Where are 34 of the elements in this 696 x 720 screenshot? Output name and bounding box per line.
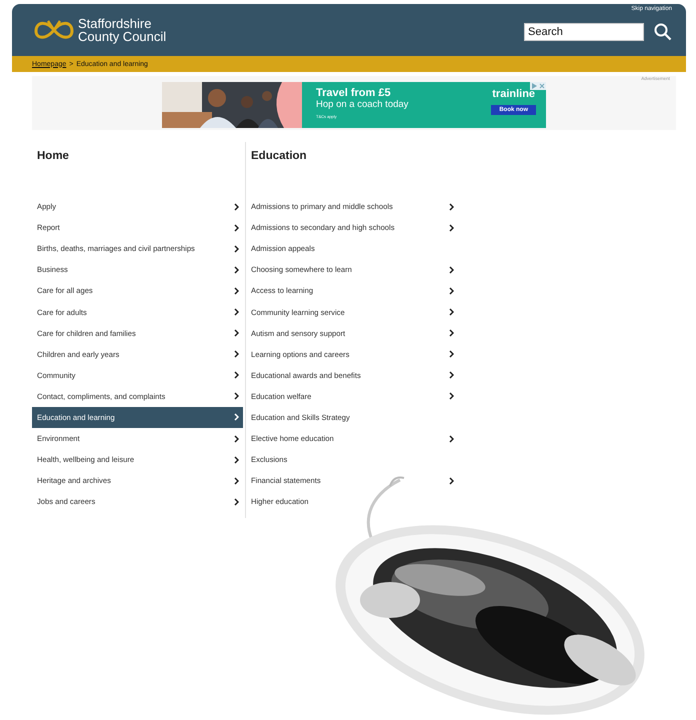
chevron-icon <box>234 329 239 338</box>
chevron-icon <box>234 244 239 253</box>
chevron-icon <box>234 498 239 506</box>
chevron-icon <box>449 266 454 274</box>
chevron-icon <box>449 224 454 232</box>
advert-headline: Travel from £5 <box>316 87 392 99</box>
chevron-icon <box>234 202 239 211</box>
column-heading: Home <box>37 150 70 162</box>
advert-subline: Hop on a coach today <box>316 99 410 110</box>
chevron-icon <box>234 308 239 316</box>
chevron-icon <box>234 224 239 232</box>
council-name: Staffordshire County Council <box>78 17 166 43</box>
chevron-icon <box>449 476 454 485</box>
chevron-icon <box>449 202 454 211</box>
chevron-icon <box>449 286 454 295</box>
column-heading: Education <box>251 150 308 162</box>
chevron-icon <box>449 392 454 400</box>
chevron-icon <box>449 371 454 380</box>
search-icon[interactable] <box>654 23 672 41</box>
chevron-icon <box>234 392 239 400</box>
brand-name: trainline <box>492 88 536 100</box>
search-field[interactable]: Search <box>524 23 644 41</box>
chevron-icon <box>234 350 239 358</box>
chevron-icon <box>234 286 239 295</box>
chevron-icon <box>234 456 239 464</box>
chevron-icon <box>234 413 239 422</box>
chevron-icon <box>449 350 454 358</box>
chevron-icon <box>449 329 454 338</box>
chevron-icon <box>234 266 239 274</box>
chevron-icon <box>449 308 454 316</box>
chevron-icon <box>234 371 239 380</box>
chevron-icon <box>234 476 239 485</box>
chevron-icon <box>449 434 454 443</box>
chevron-icon <box>234 434 239 443</box>
